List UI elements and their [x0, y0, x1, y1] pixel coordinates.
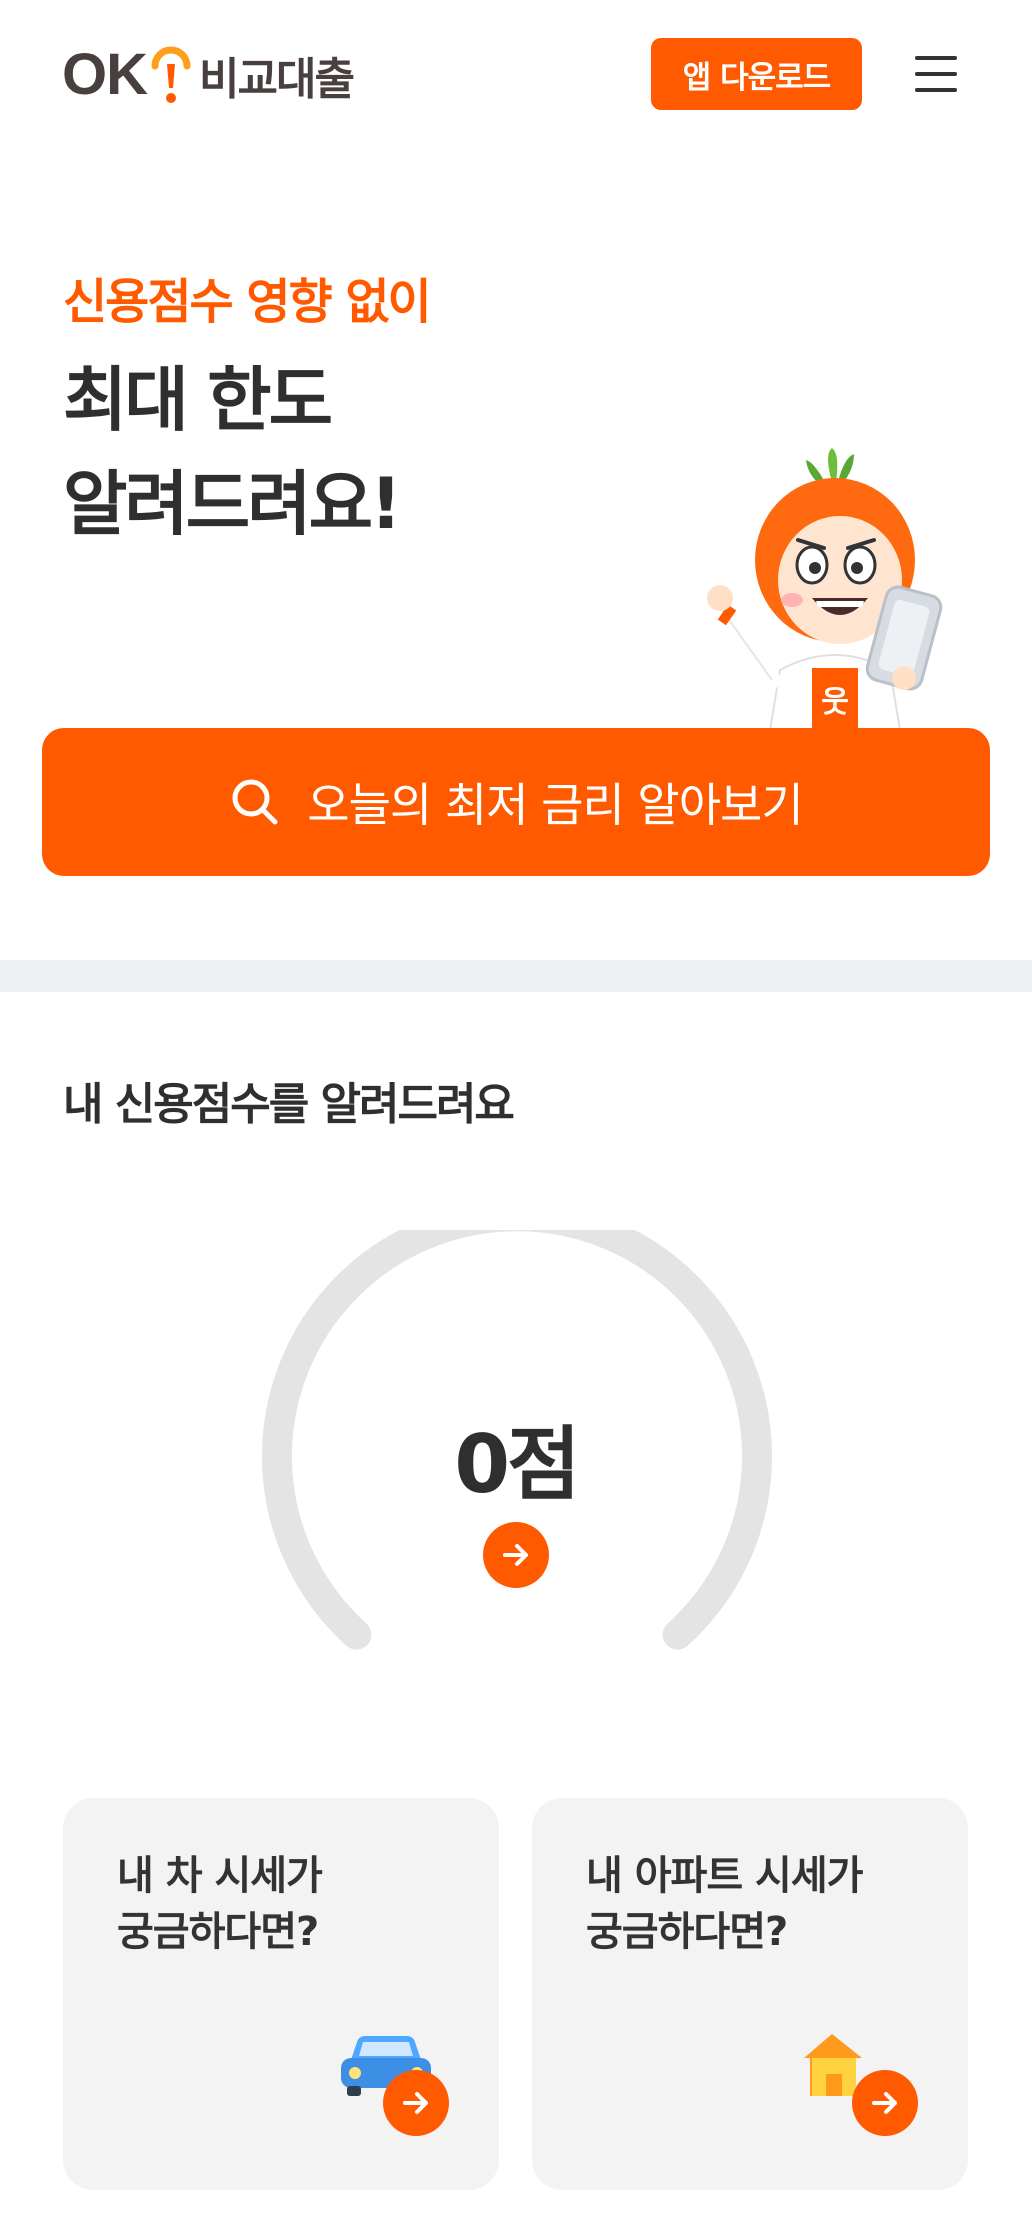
app-download-button[interactable]: 앱 다운로드 — [651, 38, 862, 110]
section-divider — [0, 960, 1032, 992]
arrow-right-icon — [403, 2092, 428, 2114]
car-card-line2: 궁금하다면? — [117, 1909, 319, 1955]
arrow-right-icon — [503, 1544, 528, 1566]
arrow-right-icon — [872, 2092, 897, 2114]
car-card-arrow-button[interactable] — [383, 2070, 449, 2136]
apartment-card-text: 내 아파트 시세가 궁금하다면? — [586, 1848, 946, 1960]
mascot-illustration: 웃 — [700, 440, 970, 731]
hero-title-line2: 알려드려요! — [63, 463, 402, 545]
search-button-label: 오늘의 최저 금리 알아보기 — [307, 778, 803, 832]
credit-score-value: 0점 — [454, 1418, 580, 1511]
car-card-text: 내 차 시세가 궁금하다면? — [117, 1848, 477, 1960]
apartment-card-line1: 내 아파트 시세가 — [586, 1853, 863, 1899]
car-card-line1: 내 차 시세가 — [117, 1853, 323, 1899]
credit-score-arrow-button[interactable] — [483, 1522, 549, 1588]
apartment-card-arrow-button[interactable] — [852, 2070, 918, 2136]
logo-exclamation-icon — [149, 42, 193, 108]
logo-ok-text: OK — [62, 42, 148, 107]
apartment-card-line2: 궁금하다면? — [586, 1909, 788, 1955]
header: OK 비교대출 앱 다운로드 — [0, 0, 1032, 150]
lowest-rate-search-button[interactable]: 오늘의 최저 금리 알아보기 — [42, 728, 990, 876]
apartment-price-card[interactable]: 내 아파트 시세가 궁금하다면? — [532, 1798, 968, 2190]
hero-title: 최대 한도 알려드려요! — [63, 348, 583, 556]
logo[interactable]: OK 비교대출 — [62, 40, 355, 110]
hero-title-line1: 최대 한도 — [63, 359, 333, 441]
hero-subtitle: 신용점수 영향 없이 — [63, 274, 432, 330]
svg-text:웃: 웃 — [821, 685, 849, 720]
car-price-card[interactable]: 내 차 시세가 궁금하다면? — [63, 1798, 499, 2190]
page: OK 비교대출 앱 다운로드 신용점수 영향 없이 최대 한도 알려드려요! 웃… — [0, 0, 1032, 2240]
credit-score-section-title: 내 신용점수를 알려드려요 — [63, 1079, 515, 1130]
logo-name-text: 비교대출 — [199, 54, 355, 105]
search-icon — [232, 779, 278, 825]
hamburger-menu-icon[interactable] — [912, 52, 962, 96]
